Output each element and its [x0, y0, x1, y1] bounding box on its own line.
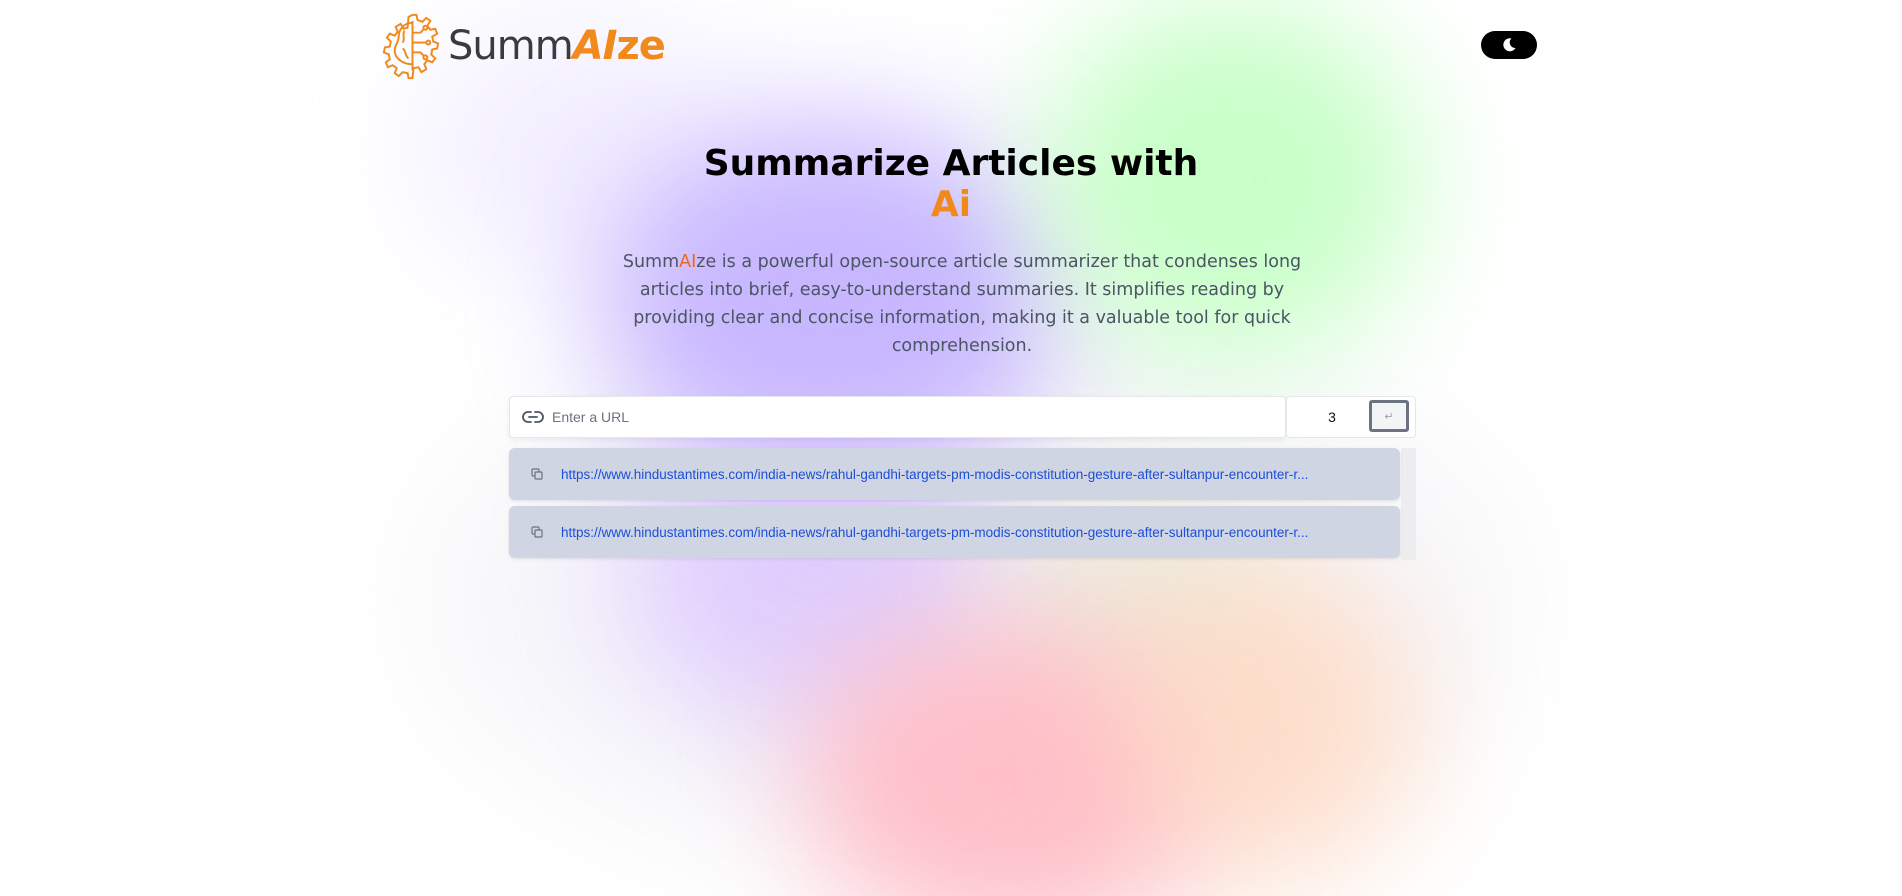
link-icon [522, 406, 544, 428]
copy-icon[interactable] [531, 526, 543, 538]
history-item[interactable]: https://www.hindustantimes.com/india-new… [509, 448, 1400, 500]
history-item[interactable]: https://www.hindustantimes.com/india-new… [509, 506, 1400, 558]
brand-name: SummAIze [448, 23, 666, 69]
history-list: https://www.hindustantimes.com/india-new… [509, 448, 1416, 560]
theme-toggle-button[interactable] [1481, 31, 1537, 59]
url-input-wrapper [509, 396, 1286, 438]
brain-gear-icon [382, 13, 440, 79]
copy-icon[interactable] [531, 468, 543, 480]
page-title-line1: Summarize Articles with [703, 143, 1199, 184]
logo: SummAIze [375, 8, 666, 84]
enter-icon: ↵ [1384, 410, 1394, 423]
url-input[interactable] [552, 409, 1252, 425]
url-form: 3 ↵ [509, 396, 1416, 438]
submit-button[interactable]: ↵ [1369, 400, 1409, 432]
page-title-accent: Ai [930, 184, 972, 225]
moon-icon [1503, 38, 1516, 52]
history-item-url[interactable]: https://www.hindustantimes.com/india-new… [561, 525, 1381, 540]
summary-count-value[interactable]: 3 [1287, 409, 1377, 425]
history-item-url[interactable]: https://www.hindustantimes.com/india-new… [561, 467, 1381, 482]
description: SummAIze is a powerful open-source artic… [622, 252, 1302, 356]
history-scrollbar[interactable] [1401, 448, 1416, 560]
hero: Summarize Articles with Ai [0, 143, 1902, 225]
page-title: Summarize Articles with Ai [0, 143, 1902, 225]
